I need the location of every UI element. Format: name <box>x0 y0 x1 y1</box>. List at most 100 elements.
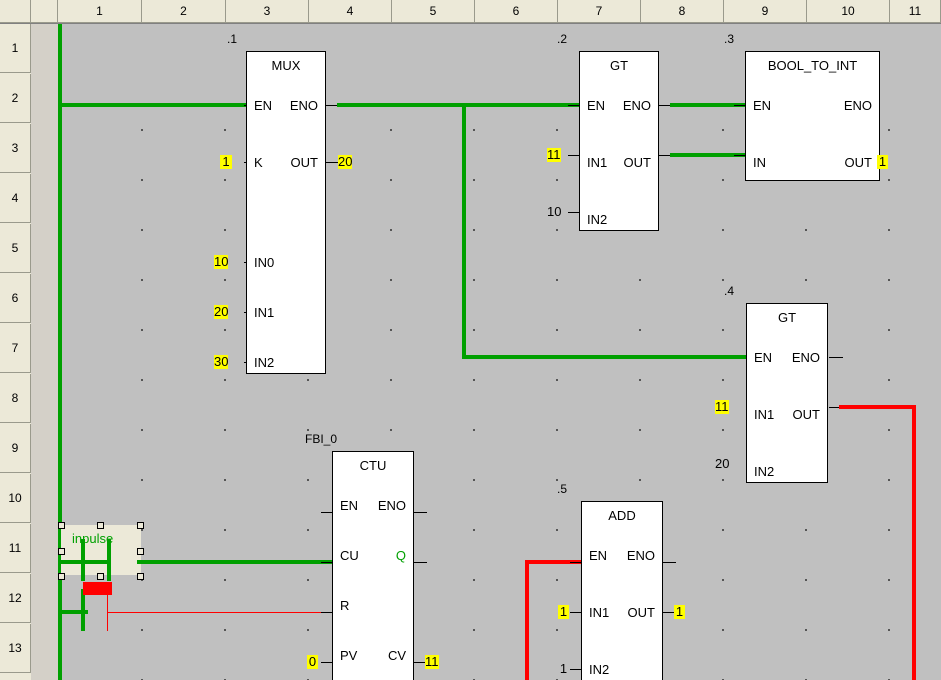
pin-add-en[interactable]: EN <box>589 549 607 562</box>
wire-rail-to-mux-en[interactable] <box>58 103 248 107</box>
row-header-2[interactable]: 2 <box>0 74 31 123</box>
row-header-1[interactable]: 1 <box>0 24 31 73</box>
pin-ctu-eno[interactable]: ENO <box>378 499 406 512</box>
block-mux-title: MUX <box>271 58 301 73</box>
wire-inpulse-to-ctu-cu[interactable] <box>137 560 337 564</box>
pin-gt2-out[interactable]: OUT <box>624 156 651 169</box>
selection-handle-br[interactable] <box>137 573 144 580</box>
pin-gt4-in2[interactable]: IN2 <box>754 465 774 478</box>
pin-mux-in2[interactable]: IN2 <box>254 356 274 369</box>
value-gt2-in2[interactable]: 10 <box>547 205 561 219</box>
block-mux[interactable]: MUX EN ENO K OUT IN0 IN1 IN2 <box>246 51 326 374</box>
row-header-5[interactable]: 5 <box>0 224 31 273</box>
value-mux-in0[interactable]: 10 <box>214 255 229 269</box>
diagram-canvas[interactable]: inpulse reset .1 MUX EN ENO K OUT IN0 IN… <box>31 24 941 680</box>
pin-gt2-in2[interactable]: IN2 <box>587 213 607 226</box>
pin-add-out[interactable]: OUT <box>628 606 655 619</box>
column-header-5[interactable]: 5 <box>392 0 475 23</box>
column-header-6[interactable]: 6 <box>475 0 558 23</box>
selection-handle-tl[interactable] <box>58 522 65 529</box>
wire-gt4-out-red-v[interactable] <box>912 405 916 680</box>
selection-handle-bc[interactable] <box>97 573 104 580</box>
pin-ctu-cu[interactable]: CU <box>340 549 359 562</box>
selection-handle-ml[interactable] <box>58 548 65 555</box>
column-header-7[interactable]: 7 <box>558 0 641 23</box>
row-header-3[interactable]: 3 <box>0 124 31 173</box>
block-gt-2[interactable]: GT EN ENO IN1 OUT IN2 <box>579 51 659 231</box>
pin-bool-in[interactable]: IN <box>753 156 766 169</box>
wire-add-en-red-v[interactable] <box>525 562 529 680</box>
pin-ctu-r[interactable]: R <box>340 599 349 612</box>
column-header-3[interactable]: 3 <box>226 0 309 23</box>
wire-reset-to-ctu-r[interactable] <box>108 612 337 613</box>
value-add-out[interactable]: 1 <box>674 605 685 619</box>
value-mux-in1[interactable]: 20 <box>214 305 229 319</box>
pin-add-in1[interactable]: IN1 <box>589 606 609 619</box>
block-gt-4[interactable]: GT EN ENO IN1 OUT IN2 <box>746 303 828 483</box>
pin-mux-out[interactable]: OUT <box>291 156 318 169</box>
pin-gt2-eno[interactable]: ENO <box>623 99 651 112</box>
column-header-9[interactable]: 9 <box>724 0 807 23</box>
pin-add-eno[interactable]: ENO <box>627 549 655 562</box>
row-header-8[interactable]: 8 <box>0 374 31 423</box>
pin-add-in2[interactable]: IN2 <box>589 663 609 676</box>
value-mux-in2[interactable]: 30 <box>214 355 229 369</box>
selection-handle-bl[interactable] <box>58 573 65 580</box>
row-header-7[interactable]: 7 <box>0 324 31 373</box>
row-header-12[interactable]: 12 <box>0 574 31 623</box>
wire-branch-down-to-gt4[interactable] <box>462 103 466 357</box>
pin-ctu-cv[interactable]: CV <box>388 649 406 662</box>
selection-handle-mr[interactable] <box>137 548 144 555</box>
value-add-in1[interactable]: 1 <box>558 605 569 619</box>
value-gt2-in1[interactable]: 11 <box>547 148 561 162</box>
wire-branch-to-gt4-en[interactable] <box>462 355 752 359</box>
value-ctu-pv[interactable]: 0 <box>307 655 318 669</box>
value-add-in2[interactable]: 1 <box>558 662 569 676</box>
pin-mux-in0[interactable]: IN0 <box>254 256 274 269</box>
value-bool-out[interactable]: 1 <box>877 155 888 169</box>
pin-gt4-eno[interactable]: ENO <box>792 351 820 364</box>
block-bool-to-int[interactable]: BOOL_TO_INT EN ENO IN OUT <box>745 51 880 181</box>
wire-gt4-out-red-h[interactable] <box>839 405 916 409</box>
selection-handle-tr[interactable] <box>137 522 144 529</box>
column-header-4[interactable]: 4 <box>309 0 392 23</box>
pin-mux-in1[interactable]: IN1 <box>254 306 274 319</box>
row-header-11[interactable]: 11 <box>0 524 31 573</box>
value-mux-out[interactable]: 20 <box>338 155 353 169</box>
pin-gt4-in1[interactable]: IN1 <box>754 408 774 421</box>
pin-mux-en[interactable]: EN <box>254 99 272 112</box>
value-gt4-in1[interactable]: 11 <box>715 400 729 414</box>
value-gt4-in2[interactable]: 20 <box>715 457 729 471</box>
power-rail-left[interactable] <box>58 24 62 680</box>
column-header-10[interactable]: 10 <box>807 0 890 23</box>
block-gt2-title: GT <box>609 58 629 73</box>
pin-mux-k[interactable]: K <box>254 156 263 169</box>
column-header-1[interactable]: 1 <box>58 0 142 23</box>
block-add-title: ADD <box>608 508 636 523</box>
row-header-10[interactable]: 10 <box>0 474 31 523</box>
pin-gt4-out[interactable]: OUT <box>793 408 820 421</box>
column-header-11[interactable]: 11 <box>890 0 941 23</box>
pin-gt2-in1[interactable]: IN1 <box>587 156 607 169</box>
value-mux-k[interactable]: 1 <box>220 155 232 169</box>
column-header-2[interactable]: 2 <box>142 0 226 23</box>
block-add[interactable]: ADD EN ENO IN1 OUT IN2 <box>581 501 663 680</box>
pin-ctu-pv[interactable]: PV <box>340 649 357 662</box>
row-header-9[interactable]: 9 <box>0 424 31 473</box>
selection-handle-tc[interactable] <box>97 522 104 529</box>
pin-ctu-en[interactable]: EN <box>340 499 358 512</box>
wire-mux-eno-to-gt2-en[interactable] <box>337 103 581 107</box>
block-ctu[interactable]: CTU EN ENO CU Q R PV CV <box>332 451 414 680</box>
column-header-8[interactable]: 8 <box>641 0 724 23</box>
pin-gt4-en[interactable]: EN <box>754 351 772 364</box>
pin-gt2-en[interactable]: EN <box>587 99 605 112</box>
pin-mux-eno[interactable]: ENO <box>290 99 318 112</box>
pin-ctu-q[interactable]: Q <box>396 549 406 562</box>
value-ctu-cv[interactable]: 11 <box>425 655 439 669</box>
row-header-4[interactable]: 4 <box>0 174 31 223</box>
pin-bool-out[interactable]: OUT <box>845 156 872 169</box>
row-header-6[interactable]: 6 <box>0 274 31 323</box>
pin-bool-eno[interactable]: ENO <box>844 99 872 112</box>
pin-bool-en[interactable]: EN <box>753 99 771 112</box>
row-header-13[interactable]: 13 <box>0 624 31 673</box>
